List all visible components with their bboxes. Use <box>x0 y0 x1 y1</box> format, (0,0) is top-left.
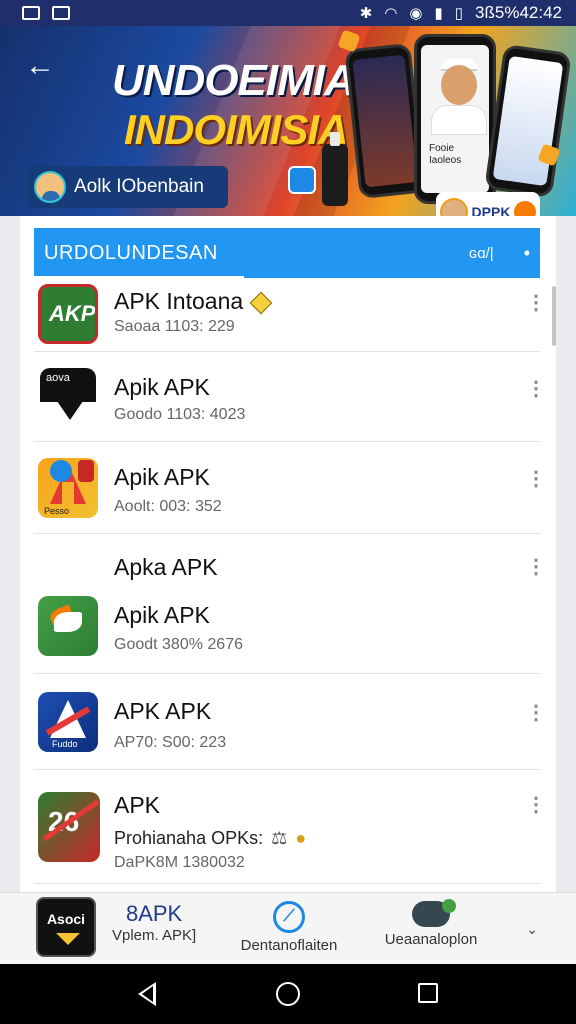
list-item[interactable]: aova Apik APK Goodo 1103: 4023 ⋮ <box>34 352 546 442</box>
more-dot-icon[interactable]: • <box>524 243 530 264</box>
list-item[interactable]: Pesso Apik APK Aoolt: 003: 352 ⋮ <box>34 442 546 534</box>
gallery-icon <box>22 6 40 20</box>
section-title: URDOLUNDESAN <box>44 241 218 264</box>
status-bar: ✱ ◠ ◉ ▮ ▯ 3ß5%42:42 <box>0 0 576 26</box>
phone-mockup: Fooie Iaoleos <box>414 34 496 204</box>
more-options-icon[interactable]: ⋮ <box>526 702 546 724</box>
phone-screen-text: Fooie Iaoleos <box>429 143 462 166</box>
app-name: Apka APK <box>114 554 218 580</box>
developer-name: Aolk IObenbain <box>74 176 204 197</box>
navigation-bar <box>0 964 576 1024</box>
verified-icon <box>249 291 273 315</box>
list-item[interactable]: Apka APK ⋮ Apik APK Goodt 380% 2676 <box>34 534 546 674</box>
apk-tag-label: DPPK <box>471 204 511 216</box>
app-list-card: URDOLUNDESAN ɢɑ/| • AKP APK Intoana Saoa… <box>20 216 556 892</box>
back-arrow-icon[interactable]: ← <box>22 48 58 84</box>
tab-indicator <box>34 276 244 279</box>
app-icon <box>38 596 98 656</box>
bottom-bar: Asoci 8APK Vplem. APK] ⟋ Dentanoflaiten … <box>0 892 576 964</box>
avatar <box>440 198 468 216</box>
banner-subtitle: INDOIMISIA <box>124 106 348 153</box>
more-options-icon[interactable]: ⋮ <box>526 378 546 400</box>
app-meta: AP70: S00: 223 <box>114 734 227 751</box>
chat-bubble-icon <box>50 460 72 482</box>
nav-home-icon[interactable] <box>276 982 300 1006</box>
section-header[interactable]: URDOLUNDESAN ɢɑ/| • <box>34 228 540 278</box>
wifi-icon: ◠ <box>384 5 398 22</box>
mail-icon <box>52 6 70 20</box>
app-name: APK Intoana <box>114 288 273 315</box>
more-options-icon[interactable]: ⋮ <box>526 292 546 314</box>
signal-icon: ▮ <box>434 5 443 22</box>
compass-icon: ⟋ <box>273 901 305 933</box>
app-meta-secondary: DaPK8M 1380032 <box>114 854 245 871</box>
nav-back-icon[interactable] <box>138 982 156 1006</box>
app-name: Apik APK <box>114 602 210 628</box>
section-count: ɢɑ/| <box>468 244 494 262</box>
bottle-graphic <box>322 132 348 206</box>
battery-icon: ▯ <box>454 5 464 22</box>
app-logo[interactable]: Asoci <box>36 897 96 957</box>
app-name: APK <box>114 792 161 818</box>
app-name: APK APK <box>114 698 212 724</box>
tab-messages[interactable]: Ueaanaloplon <box>366 899 496 948</box>
developer-chip[interactable]: Aolk IObenbain <box>28 166 228 208</box>
nav-recents-icon[interactable] <box>418 983 438 1003</box>
app-meta: Aoolt: 003: 352 <box>114 498 222 515</box>
status-clock: 3ß5%42:42 <box>475 3 562 22</box>
scale-icon: ⚖ <box>271 828 288 848</box>
app-meta: Prohianaha OPKs: ⚖ ● <box>114 828 307 848</box>
tab-label: Dentanoflaiten <box>240 937 338 954</box>
app-meta: Goodt 380% 2676 <box>114 636 243 653</box>
bluetooth-icon: ✱ <box>359 5 373 22</box>
chat-icon <box>288 166 316 194</box>
more-options-icon[interactable]: ⋮ <box>526 468 546 490</box>
list-item[interactable]: 26 APK Prohianaha OPKs:⚖● DaPK8M 1380032… <box>34 770 546 884</box>
location-icon: ◉ <box>409 5 423 22</box>
app-meta: Goodo 1103: 4023 <box>114 406 246 423</box>
brand-block[interactable]: 8APK Vplem. APK] <box>112 901 196 944</box>
app-name: Apik APK <box>114 464 210 490</box>
app-icon: 26 <box>38 792 100 862</box>
list-item[interactable]: Fuddo APK APK AP70: S00: 223 ⋮ <box>34 674 546 770</box>
avatar <box>34 171 66 203</box>
tab-label: Ueaanaloplon <box>384 931 478 948</box>
app-icon: Fuddo <box>38 692 98 752</box>
list-item[interactable]: AKP APK Intoana Saoaa 1103: 229 ⋮ <box>34 284 546 352</box>
apk-tag: DPPK <box>436 192 540 216</box>
mini-icons <box>50 460 94 482</box>
scrollbar[interactable] <box>552 286 556 346</box>
chat-icon <box>412 899 456 927</box>
more-options-icon[interactable]: ⋮ <box>526 794 546 816</box>
badge-icon <box>514 201 536 216</box>
bag-icon: ● <box>295 828 307 848</box>
app-name: Apik APK <box>114 374 210 400</box>
chevron-down-icon[interactable]: ⌄ <box>526 921 538 938</box>
brand-top: 8APK <box>125 901 183 926</box>
app-icon: aova <box>38 366 98 426</box>
hero-banner: ← UNDOEIMIA INDOIMISIA Aolk IObenbain Fo… <box>0 26 576 216</box>
app-icon: AKP <box>38 284 98 344</box>
tab-featured[interactable]: ⟋ Dentanoflaiten <box>224 901 354 954</box>
phone-mockup <box>484 43 572 199</box>
lock-icon <box>78 460 94 482</box>
brand-bottom: Vplem. APK] <box>112 927 197 944</box>
banner-title: UNDOEIMIA <box>112 56 356 105</box>
app-meta: Saoaa 1103: 229 <box>114 318 235 335</box>
more-options-icon[interactable]: ⋮ <box>526 556 546 578</box>
